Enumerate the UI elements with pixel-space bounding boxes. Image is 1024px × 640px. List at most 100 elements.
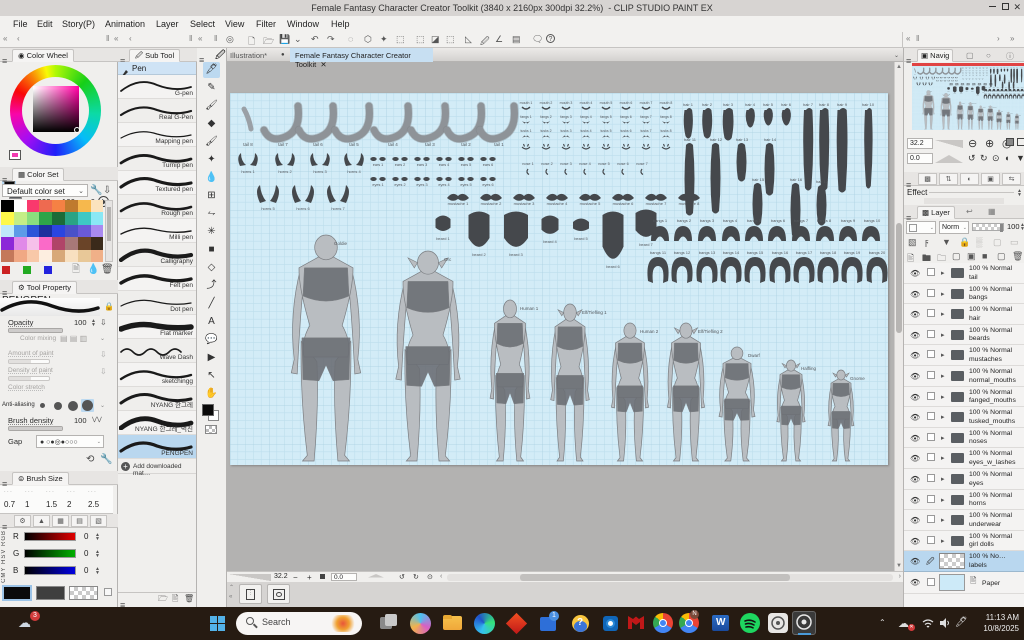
- svg-text:hair 4: hair 4: [745, 102, 756, 107]
- svg-text:bangs 14: bangs 14: [723, 250, 740, 255]
- svg-text:horns 5: horns 5: [261, 206, 275, 211]
- svg-text:tusks 4: tusks 4: [580, 129, 591, 133]
- svg-text:eyes 6: eyes 6: [482, 183, 493, 187]
- svg-text:bangs 8: bangs 8: [817, 218, 832, 223]
- svg-text:hair 17: hair 17: [816, 179, 829, 184]
- svg-text:bangs 12: bangs 12: [674, 250, 691, 255]
- svg-text:bangs 20: bangs 20: [869, 250, 886, 255]
- svg-text:nose 3: nose 3: [560, 162, 571, 166]
- svg-text:eyes 1: eyes 1: [372, 183, 383, 187]
- svg-text:tusks 5: tusks 5: [600, 129, 611, 133]
- svg-text:tusks 8: tusks 8: [660, 129, 671, 133]
- svg-text:fangs 3: fangs 3: [560, 115, 572, 119]
- svg-text:mouth 6: mouth 6: [620, 101, 633, 105]
- svg-text:beard 6: beard 6: [606, 264, 620, 269]
- svg-text:mouth 7: mouth 7: [640, 101, 653, 105]
- svg-text:Dwarf: Dwarf: [748, 353, 761, 358]
- svg-text:hair 9: hair 9: [837, 102, 848, 107]
- svg-text:tail 4: tail 4: [388, 142, 398, 147]
- svg-text:mustache 4: mustache 4: [547, 201, 568, 206]
- svg-text:hair 5: hair 5: [763, 102, 774, 107]
- svg-text:bangs 6: bangs 6: [771, 218, 786, 223]
- svg-text:bangs 11: bangs 11: [650, 250, 667, 255]
- svg-text:fangs 2: fangs 2: [540, 115, 552, 119]
- svg-text:tail 8: tail 8: [243, 142, 253, 147]
- svg-text:nose 5: nose 5: [598, 162, 609, 166]
- svg-text:Human 2: Human 2: [640, 329, 659, 334]
- svg-text:tail 6: tail 6: [313, 142, 323, 147]
- svg-text:mustache 1: mustache 1: [448, 201, 469, 206]
- svg-text:bangs 1: bangs 1: [653, 218, 668, 223]
- svg-text:horns 1: horns 1: [241, 169, 255, 174]
- svg-text:nose 7: nose 7: [636, 162, 647, 166]
- svg-text:beard 1: beard 1: [436, 236, 450, 241]
- svg-text:hair 3: hair 3: [723, 102, 734, 107]
- svg-text:ears 6: ears 6: [483, 163, 494, 167]
- svg-text:tail 1: tail 1: [494, 142, 504, 147]
- svg-text:mustache 6: mustache 6: [613, 201, 634, 206]
- svg-text:mouth 1: mouth 1: [520, 101, 533, 105]
- svg-text:ears 2: ears 2: [395, 163, 406, 167]
- svg-text:mustache 2: mustache 2: [481, 201, 502, 206]
- svg-text:eyes 2: eyes 2: [394, 183, 405, 187]
- svg-text:nose 6: nose 6: [617, 162, 628, 166]
- svg-text:eyes 5: eyes 5: [460, 183, 471, 187]
- svg-text:beard 5: beard 5: [574, 236, 588, 241]
- svg-text:Elf/Tiefling 2: Elf/Tiefling 2: [698, 329, 723, 334]
- svg-text:fangs 6: fangs 6: [620, 115, 632, 119]
- svg-text:hair 14: hair 14: [764, 137, 777, 142]
- svg-text:bangs 16: bangs 16: [772, 250, 789, 255]
- svg-text:tusks 7: tusks 7: [640, 129, 651, 133]
- svg-text:fangs 4: fangs 4: [580, 115, 592, 119]
- svg-text:horns 6: horns 6: [296, 206, 310, 211]
- svg-text:tusks 3: tusks 3: [560, 129, 571, 133]
- svg-text:eyes 4: eyes 4: [438, 183, 449, 187]
- svg-text:bangs 10: bangs 10: [864, 218, 881, 223]
- svg-text:Orc: Orc: [444, 257, 452, 262]
- svg-text:hair 15: hair 15: [752, 177, 765, 182]
- svg-text:ears 3: ears 3: [417, 163, 428, 167]
- svg-text:tail 2: tail 2: [461, 142, 471, 147]
- svg-text:nose 4: nose 4: [579, 162, 590, 166]
- svg-text:mouth 3: mouth 3: [560, 101, 573, 105]
- svg-text:horns 2: horns 2: [278, 169, 292, 174]
- svg-text:Halfling: Halfling: [801, 366, 817, 371]
- svg-text:beard 4: beard 4: [543, 239, 557, 244]
- svg-text:mustache 7: mustache 7: [646, 201, 667, 206]
- svg-text:tail 3: tail 3: [425, 142, 435, 147]
- svg-text:ears 4: ears 4: [439, 163, 450, 167]
- svg-text:horns 3: horns 3: [313, 169, 327, 174]
- svg-text:fangs 7: fangs 7: [640, 115, 652, 119]
- svg-text:Elf/Tiefling 1: Elf/Tiefling 1: [582, 310, 607, 315]
- svg-text:bangs 4: bangs 4: [723, 218, 738, 223]
- svg-text:mouth 4: mouth 4: [580, 101, 593, 105]
- svg-text:hair 7: hair 7: [803, 102, 814, 107]
- svg-text:bangs 7: bangs 7: [794, 218, 809, 223]
- svg-text:bangs 13: bangs 13: [699, 250, 716, 255]
- svg-text:nose 1: nose 1: [522, 162, 533, 166]
- svg-text:bangs 15: bangs 15: [747, 250, 764, 255]
- svg-text:bangs 9: bangs 9: [841, 218, 856, 223]
- svg-text:fangs 8: fangs 8: [660, 115, 672, 119]
- svg-text:hair 8: hair 8: [819, 102, 830, 107]
- svg-text:Human 1: Human 1: [520, 306, 539, 311]
- svg-text:tusks 6: tusks 6: [620, 129, 631, 133]
- svg-text:mustache 3: mustache 3: [514, 201, 535, 206]
- svg-text:bangs 18: bangs 18: [820, 250, 837, 255]
- svg-text:bangs 17: bangs 17: [796, 250, 813, 255]
- svg-text:mouth 2: mouth 2: [540, 101, 553, 105]
- svg-text:tail 7: tail 7: [278, 142, 288, 147]
- svg-text:bangs 19: bangs 19: [844, 250, 861, 255]
- svg-text:nose 2: nose 2: [541, 162, 552, 166]
- svg-text:horns 7: horns 7: [331, 206, 345, 211]
- svg-text:mustache 5: mustache 5: [580, 201, 601, 206]
- svg-text:beard 7: beard 7: [639, 242, 653, 247]
- svg-text:fangs 5: fangs 5: [600, 115, 612, 119]
- svg-text:hair 1: hair 1: [683, 102, 694, 107]
- svg-text:fangs 1: fangs 1: [520, 115, 532, 119]
- svg-text:hair 10: hair 10: [862, 102, 875, 107]
- svg-text:hair 12: hair 12: [710, 137, 723, 142]
- svg-text:tusks 1: tusks 1: [520, 129, 531, 133]
- svg-text:hair 11: hair 11: [684, 137, 697, 142]
- svg-text:beard 2: beard 2: [472, 252, 486, 257]
